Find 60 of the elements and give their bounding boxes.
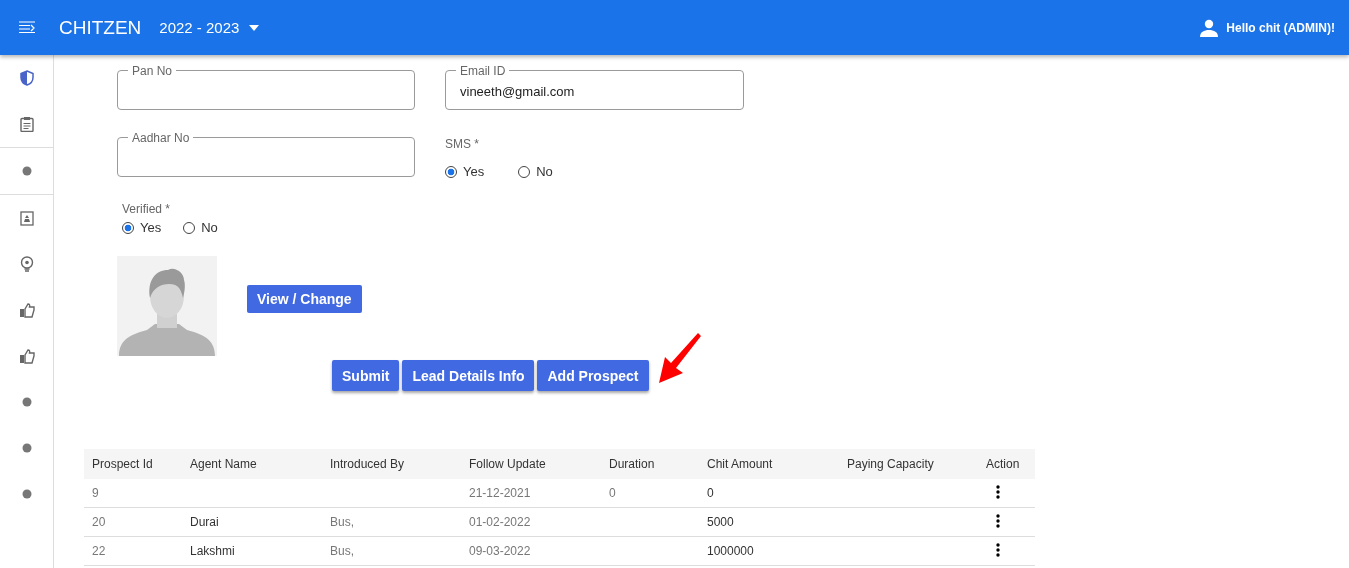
column-header: Chit Amount [699,449,839,479]
radio-label: Yes [463,164,485,179]
table-cell: 21-12-2021 [469,486,531,500]
dot-icon[interactable] [21,397,32,407]
shield-icon[interactable] [19,70,34,86]
dot-icon[interactable] [21,166,32,176]
column-header: Duration [601,449,699,479]
dot-icon[interactable] [21,489,32,499]
arrow-icon [656,333,703,385]
more-icon[interactable] [996,513,1000,528]
table-cell: 09-03-2022 [469,544,531,558]
table-cell: Bus, [330,544,354,558]
thumbs-up-icon[interactable] [18,348,35,364]
field-label: SMS * [445,137,480,151]
column-header: Prospect Id [84,449,182,479]
table-cell: 9 [92,486,99,500]
sidebar-item[interactable] [0,147,53,195]
action-button[interactable]: Lead Details Info [402,360,535,391]
field-label: Pan No [128,64,177,78]
radio-label: No [536,164,553,179]
year-dropdown[interactable]: 2022 - 2023 [159,19,260,36]
table-cell: 1000000 [707,544,754,558]
radio-label: Yes [140,220,162,235]
table-cell: 0 [707,486,714,500]
table-cell: 5000 [707,515,734,529]
user-greeting: Hello chit (ADMIN)! [1226,20,1335,35]
column-header: Paying Capacity [839,449,978,479]
app-title: CHITZEN [59,16,142,39]
radio-button[interactable] [445,165,457,178]
user-icon [1200,18,1219,37]
menu-icon[interactable] [18,20,36,35]
table-cell: Bus, [330,515,354,529]
table-cell: 20 [92,515,106,529]
table-cell: 22 [92,544,106,558]
more-icon[interactable] [996,484,1000,499]
column-header: Introduced By [322,449,461,479]
table-cell: 01-02-2022 [469,515,531,529]
id-card-icon[interactable] [19,210,34,226]
field-label: Email ID [456,64,510,78]
view-change-button[interactable]: View / Change [247,285,362,313]
bulb-icon[interactable] [18,256,35,272]
field-label: Aadhar No [128,131,194,145]
column-header: Action [978,449,1035,479]
radio-label: No [201,220,218,235]
more-icon[interactable] [996,542,1000,557]
clipboard-icon[interactable] [19,116,34,132]
dot-icon[interactable] [21,443,32,453]
field-value: vineeth@gmail.com [460,83,575,99]
caret-icon [249,24,260,31]
field-label: Verified * [122,202,172,216]
action-button[interactable]: Add Prospect [537,360,649,391]
avatar-icon [117,256,217,356]
table-cell: Durai [190,515,219,529]
table-cell: Lakshmi [190,544,235,558]
column-header: Follow Update [461,449,601,479]
column-header: Agent Name [182,449,322,479]
table-cell: 0 [609,486,616,500]
radio-button[interactable] [122,221,134,234]
action-button[interactable]: Submit [332,360,400,391]
thumbs-up-icon[interactable] [18,302,35,318]
